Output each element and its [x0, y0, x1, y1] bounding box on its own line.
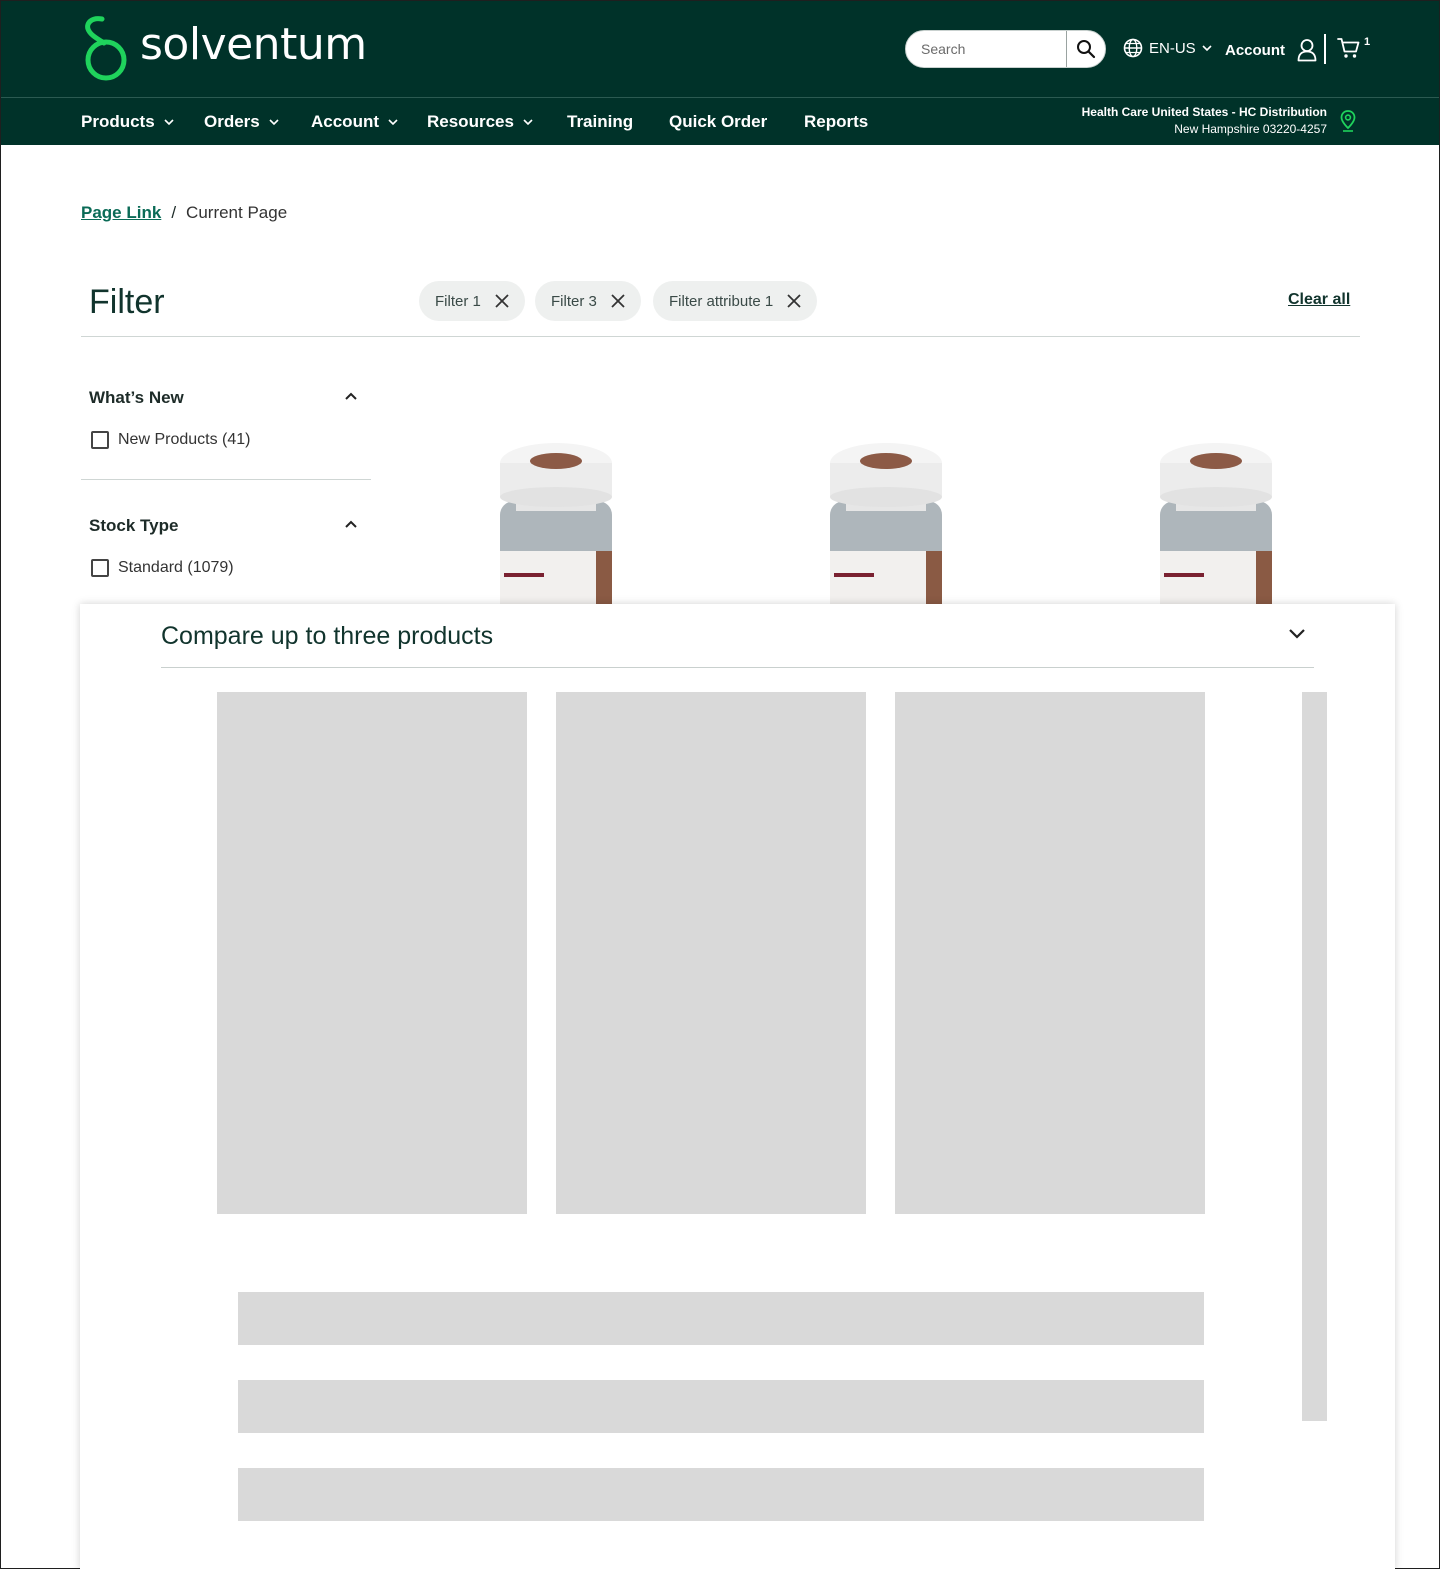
facet-option[interactable]: Standard (1079) — [91, 559, 234, 577]
nav-label: Orders — [204, 112, 260, 131]
header-divider — [1324, 34, 1326, 64]
checkbox[interactable] — [91, 431, 109, 449]
facet-option-label: New Products (41) — [118, 431, 251, 448]
location-info[interactable]: Health Care United States - HC Distribut… — [1082, 105, 1327, 136]
filter-chip-label: Filter 1 — [435, 292, 481, 310]
filter-chip-label: Filter 3 — [551, 292, 597, 310]
compare-slot-placeholder — [895, 692, 1205, 1214]
breadcrumb: Page Link / Current Page — [81, 203, 287, 223]
location-pin-icon[interactable] — [1340, 110, 1356, 132]
cart-icon — [1337, 38, 1360, 58]
facet-heading-whats-new[interactable]: What’s New — [89, 388, 184, 408]
filter-divider — [81, 336, 1360, 337]
top-header: solventum EN-US Account — [1, 1, 1439, 97]
cart-count: 1 — [1364, 36, 1371, 48]
facet-heading-stock-type[interactable]: Stock Type — [89, 516, 178, 536]
close-icon[interactable] — [495, 294, 509, 308]
filter-chip[interactable]: Filter 1 — [419, 281, 525, 321]
compare-drawer: Compare up to three products — [80, 604, 1395, 1569]
language-selector[interactable]: EN-US — [1123, 38, 1212, 58]
search-input[interactable] — [906, 31, 1066, 67]
close-icon[interactable] — [611, 294, 625, 308]
nav-products[interactable]: Products — [81, 98, 174, 146]
clear-all-link[interactable]: Clear all — [1288, 291, 1350, 309]
compare-title: Compare up to three products — [161, 622, 494, 650]
compare-row-placeholder — [238, 1468, 1204, 1521]
nav-label: Resources — [427, 112, 514, 131]
account-label: Account — [1225, 41, 1285, 59]
filter-chip[interactable]: Filter attribute 1 — [653, 281, 818, 321]
nav-label: Training — [567, 112, 634, 131]
compare-slot-placeholder — [556, 692, 866, 1214]
compare-scrollbar[interactable] — [1302, 692, 1327, 1421]
brand-name: solventum — [140, 18, 367, 70]
breadcrumb-link[interactable]: Page Link — [81, 203, 161, 223]
nav-label: Products — [81, 112, 155, 131]
compare-row-placeholder — [238, 1292, 1204, 1345]
cart-button[interactable]: 1 — [1337, 36, 1370, 60]
compare-slot-placeholder — [217, 692, 527, 1214]
nav-label: Quick Order — [669, 112, 768, 131]
breadcrumb-current: Current Page — [186, 203, 288, 222]
facet-option[interactable]: New Products (41) — [91, 431, 251, 449]
product-image[interactable] — [826, 441, 946, 605]
product-image[interactable] — [496, 441, 616, 605]
main-nav: Products Orders Account Resources Traini… — [1, 97, 1439, 145]
nav-reports[interactable]: Reports — [804, 98, 868, 146]
location-line1: Health Care United States - HC Distribut… — [1081, 105, 1327, 119]
nav-orders[interactable]: Orders — [204, 98, 279, 146]
chevron-down-icon — [523, 119, 533, 126]
brand-logo[interactable]: solventum — [80, 15, 367, 81]
nav-account[interactable]: Account — [311, 98, 398, 146]
facet-option-label: Standard (1079) — [118, 559, 234, 576]
nav-quick-order[interactable]: Quick Order — [669, 98, 767, 146]
language-label: EN-US — [1149, 39, 1196, 57]
filter-chip[interactable]: Filter 3 — [535, 281, 641, 321]
search-box — [905, 30, 1106, 68]
close-icon[interactable] — [787, 294, 801, 308]
chevron-down-icon — [1202, 45, 1212, 52]
nav-label: Account — [311, 112, 379, 131]
filter-chip-label: Filter attribute 1 — [669, 292, 774, 310]
nav-label: Reports — [804, 112, 869, 131]
chevron-up-icon[interactable] — [344, 519, 358, 529]
nav-training[interactable]: Training — [567, 98, 633, 146]
search-button[interactable] — [1066, 31, 1105, 67]
account-menu[interactable]: Account — [1225, 38, 1317, 62]
solventum-logo-icon — [85, 16, 127, 81]
product-image[interactable] — [1156, 441, 1276, 605]
nav-resources[interactable]: Resources — [427, 98, 533, 146]
globe-icon — [1123, 38, 1143, 58]
compare-row-placeholder — [238, 1380, 1204, 1433]
search-icon — [1077, 40, 1096, 59]
filter-title: Filter — [89, 283, 165, 321]
chevron-down-icon — [164, 119, 174, 126]
user-icon — [1297, 39, 1317, 62]
chevron-down-icon[interactable] — [1288, 628, 1306, 640]
location-line2: New Hampshire 03220-4257 — [1174, 122, 1327, 136]
chevron-up-icon[interactable] — [344, 391, 358, 401]
facet-divider — [81, 479, 371, 480]
breadcrumb-separator: / — [171, 203, 177, 222]
chevron-down-icon — [269, 119, 279, 126]
chevron-down-icon — [388, 119, 398, 126]
checkbox[interactable] — [91, 559, 109, 577]
compare-divider — [161, 667, 1314, 668]
